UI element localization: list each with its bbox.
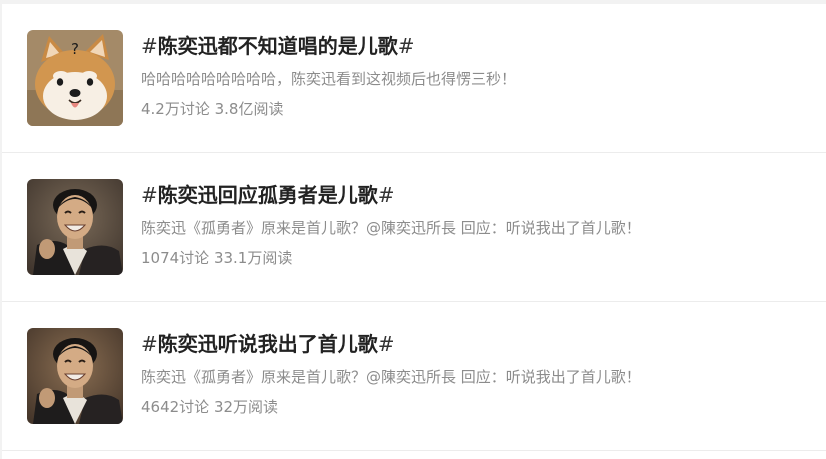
topic-card[interactable]: #陈奕迅听说我出了首儿歌# 陈奕迅《孤勇者》原来是首儿歌？@陳奕迅所長 回应：听… [2,302,826,450]
hashtag-open: # [141,34,158,58]
topic-stats: 4642讨论 32万阅读 [141,398,279,416]
hashtag-close: # [397,34,415,58]
hashtag-close: # [377,183,395,207]
topic-description: 陈奕迅《孤勇者》原来是首儿歌？@陳奕迅所長 回应：听说我出了首儿歌！ [141,368,641,386]
topic-description: 哈哈哈哈哈哈哈哈哈，陈奕迅看到这视频后也得愣三秒！ [141,70,517,88]
shiba-dog-question-icon: ? [27,30,123,126]
topic-title-text: 陈奕迅都不知道唱的是儿歌 [157,34,398,58]
question-mark-text: ? [71,40,79,58]
topic-title[interactable]: #陈奕迅听说我出了首儿歌# [141,330,395,358]
topic-title-text: 陈奕迅回应孤勇者是儿歌 [157,183,378,207]
hashtag-open: # [141,332,158,356]
topic-title[interactable]: #陈奕迅回应孤勇者是儿歌# [141,181,395,209]
topic-card[interactable]: #陈奕迅回应孤勇者是儿歌# 陈奕迅《孤勇者》原来是首儿歌？@陳奕迅所長 回应：听… [2,153,826,301]
topic-description: 陈奕迅《孤勇者》原来是首儿歌？@陳奕迅所長 回应：听说我出了首儿歌！ [141,219,641,237]
topic-stats: 1074讨论 33.1万阅读 [141,249,293,267]
divider [2,450,826,451]
hashtag-open: # [141,183,158,207]
man-portrait-photo [27,179,123,275]
topic-thumbnail[interactable] [27,179,123,275]
topic-title[interactable]: #陈奕迅都不知道唱的是儿歌# [141,32,415,60]
man-portrait-photo [27,328,123,424]
topic-title-text: 陈奕迅听说我出了首儿歌 [157,332,378,356]
topic-thumbnail[interactable]: ? [27,30,123,126]
topic-thumbnail[interactable] [27,328,123,424]
topic-card[interactable]: ? #陈奕迅都不知道唱的是儿歌# 哈哈哈哈哈哈哈哈哈，陈奕迅看到这视频后也得愣三… [2,4,826,152]
hashtag-close: # [377,332,395,356]
topic-stats: 4.2万讨论 3.8亿阅读 [141,100,284,118]
topic-feed: ? #陈奕迅都不知道唱的是儿歌# 哈哈哈哈哈哈哈哈哈，陈奕迅看到这视频后也得愣三… [2,4,826,459]
